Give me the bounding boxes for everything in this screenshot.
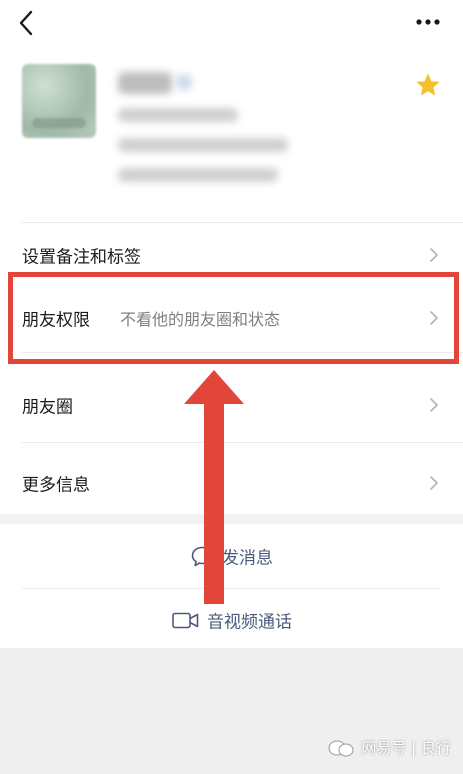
row-more-info[interactable]: 更多信息 [0,450,463,516]
avatar[interactable] [22,64,96,138]
chevron-right-icon [430,248,438,262]
row-label: 朋友圈 [22,397,73,418]
highlight-box [8,272,459,364]
more-dots-icon[interactable] [415,12,441,32]
watermark-logo-icon [328,740,354,756]
top-bar [0,0,463,46]
send-message-button[interactable]: 发消息 [0,526,463,586]
star-icon[interactable] [415,72,441,98]
chevron-right-icon [430,476,438,490]
blurred-badge [176,74,192,90]
divider [22,588,441,589]
chevron-right-icon [430,398,438,412]
blurred-name [118,72,172,94]
row-moments[interactable]: 朋友圈 [0,372,463,438]
video-call-label: 音视频通话 [207,612,292,633]
video-camera-icon [171,612,198,628]
row-label: 更多信息 [22,475,90,496]
watermark-text: 网易号 | 良行 [361,739,451,757]
blurred-info-line [118,168,278,182]
video-call-button[interactable]: 音视频通话 [0,590,463,650]
send-message-label: 发消息 [222,548,273,569]
divider [22,442,463,443]
chat-bubble-icon [191,546,213,566]
watermark: 网易号 | 良行 [327,737,451,758]
blurred-info-line [118,138,288,152]
chevron-left-icon[interactable] [14,8,38,38]
blurred-info-line [118,108,238,122]
profile-header [0,46,463,216]
section-gap [0,514,463,524]
row-label: 设置备注和标签 [22,247,141,268]
